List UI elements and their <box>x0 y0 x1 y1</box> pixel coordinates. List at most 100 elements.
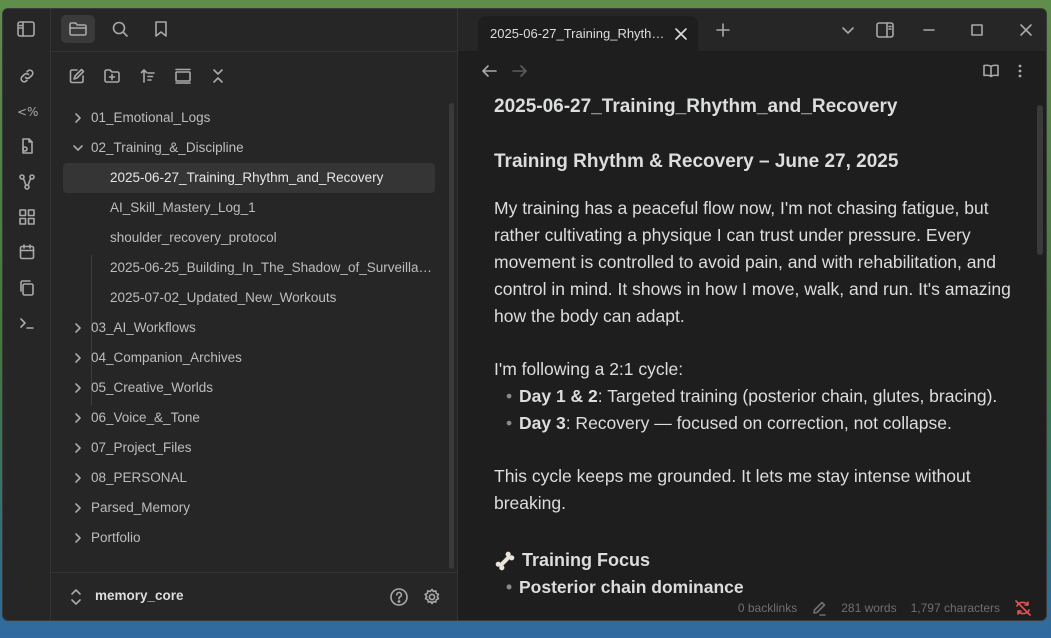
chevron-up-down-icon[interactable] <box>69 588 83 606</box>
tab-bar: 2025-06-27_Training_Rhythm_and_Recovery <box>458 9 1046 51</box>
paragraph: I'm following a 2:1 cycle: <box>494 359 684 379</box>
more-options-icon[interactable] <box>1016 62 1024 80</box>
note-content[interactable]: 2025-06-27_Training_Rhythm_and_Recovery … <box>494 93 1014 601</box>
tree-file[interactable]: 2025-07-02_Updated_New_Workouts <box>63 283 435 313</box>
tree-item-label: 07_Project_Files <box>91 440 192 455</box>
tree-item-label: 2025-06-27_Training_Rhythm_and_Recovery <box>110 170 384 185</box>
chevron-right-icon[interactable] <box>72 442 84 454</box>
divider <box>51 51 457 52</box>
tree-folder[interactable]: Parsed_Memory <box>63 493 435 523</box>
tree-file[interactable]: 2025-06-27_Training_Rhythm_and_Recovery <box>63 163 435 193</box>
word-count: 281 words <box>841 601 897 615</box>
chevron-down-icon[interactable] <box>836 19 860 41</box>
sidebar-scrollbar[interactable] <box>449 103 454 569</box>
chevron-right-icon[interactable] <box>72 502 84 514</box>
section-heading: Training Focus <box>494 547 1014 574</box>
settings-gear-icon[interactable] <box>422 587 442 607</box>
tree-folder[interactable]: 05_Creative_Worlds <box>63 373 435 403</box>
chevron-right-icon[interactable] <box>72 112 84 124</box>
ribbon: <% <box>3 9 51 620</box>
maximize-icon[interactable] <box>965 19 989 41</box>
graph-icon[interactable] <box>16 171 38 193</box>
view-header <box>458 51 1046 91</box>
bookmark-icon[interactable] <box>144 15 178 43</box>
auto-reveal-icon[interactable] <box>170 63 196 89</box>
back-arrow-icon[interactable] <box>480 63 498 79</box>
tree-folder[interactable]: Portfolio <box>63 523 435 553</box>
reading-view-icon[interactable] <box>982 62 1000 80</box>
tree-folder[interactable]: 07_Project_Files <box>63 433 435 463</box>
close-icon[interactable] <box>674 27 688 41</box>
paragraph: My training has a peaceful flow now, I'm… <box>494 198 1011 326</box>
tree-folder[interactable]: 08_PERSONAL <box>63 463 435 493</box>
tree-folder[interactable]: 06_Voice_&_Tone <box>63 403 435 433</box>
status-bar: 0 backlinks 281 words 1,797 characters <box>727 596 1046 620</box>
tree-folder[interactable]: 02_Training_&_Discipline <box>63 133 435 163</box>
tree-item-label: 08_PERSONAL <box>91 470 188 485</box>
chevron-right-icon[interactable] <box>72 322 84 334</box>
tree-file[interactable]: shoulder_recovery_protocol <box>63 223 435 253</box>
tree-item-label: 06_Voice_&_Tone <box>91 410 200 425</box>
character-count: 1,797 characters <box>910 601 1000 615</box>
sync-off-icon[interactable] <box>1014 600 1032 616</box>
tree-item-label: 04_Companion_Archives <box>91 350 242 365</box>
tab-active-note[interactable]: 2025-06-27_Training_Rhythm_and_Recovery <box>478 16 698 51</box>
tree-folder[interactable]: 04_Companion_Archives <box>63 343 435 373</box>
calendar-icon[interactable] <box>16 241 38 263</box>
page-icon[interactable] <box>16 135 38 157</box>
tree-folder[interactable]: 03_AI_Workflows <box>63 313 435 343</box>
tree-file[interactable]: AI_Skill_Mastery_Log_1 <box>63 193 435 223</box>
chevron-right-icon[interactable] <box>72 382 84 394</box>
collapse-all-icon[interactable] <box>205 63 231 89</box>
editor-scrollbar[interactable] <box>1037 105 1043 255</box>
sidebar-toggle-icon[interactable] <box>9 15 43 43</box>
chevron-down-icon[interactable] <box>72 142 84 154</box>
paragraph: This cycle keeps me grounded. It lets me… <box>494 466 971 513</box>
chevron-right-icon[interactable] <box>72 352 84 364</box>
tree-folder[interactable]: 01_Emotional_Logs <box>63 103 435 133</box>
help-icon[interactable] <box>389 587 409 607</box>
terminal-icon[interactable] <box>16 312 38 334</box>
chevron-right-icon[interactable] <box>72 472 84 484</box>
forward-arrow-icon[interactable] <box>511 63 529 79</box>
tree-file[interactable]: 2025-06-25_Building_In_The_Shadow_of_Sur… <box>63 253 435 283</box>
note-inline-title[interactable]: 2025-06-27_Training_Rhythm_and_Recovery <box>494 93 1014 120</box>
list-item: Day 1 & 2: Targeted training (posterior … <box>494 383 1014 410</box>
file-tree: 01_Emotional_Logs 02_Training_&_Disciplin… <box>63 103 435 553</box>
tree-item-label: 2025-07-02_Updated_New_Workouts <box>110 290 337 305</box>
new-note-icon[interactable] <box>64 63 90 89</box>
sort-icon[interactable] <box>135 63 161 89</box>
pencil-icon[interactable] <box>811 600 827 616</box>
link-icon[interactable] <box>16 65 38 87</box>
chevron-right-icon[interactable] <box>72 532 84 544</box>
tree-item-label: 03_AI_Workflows <box>91 320 196 335</box>
window-close-icon[interactable] <box>1014 19 1038 41</box>
vault-name[interactable]: memory_core <box>95 588 184 603</box>
blocks-icon[interactable] <box>16 206 38 228</box>
svg-text:<%: <% <box>17 105 38 119</box>
app-window: <% 01_Emotional_Logs 02_Training_&_Disci… <box>2 8 1047 621</box>
code-icon[interactable]: <% <box>16 100 38 122</box>
editor-pane: 2025-06-27_Training_Rhythm_and_Recovery <box>458 9 1046 620</box>
copy-icon[interactable] <box>16 277 38 299</box>
right-sidebar-toggle-icon[interactable] <box>873 19 897 41</box>
backlinks-count[interactable]: 0 backlinks <box>738 601 797 615</box>
tab-title[interactable]: 2025-06-27_Training_Rhythm_and_Recovery <box>490 26 668 41</box>
search-icon[interactable] <box>103 15 137 43</box>
list-item: Day 3: Recovery — focused on correction,… <box>494 410 1014 437</box>
section-heading-text: Training Focus <box>522 550 651 570</box>
new-tab-icon[interactable] <box>711 19 735 41</box>
minimize-icon[interactable] <box>917 19 941 41</box>
tree-item-label: Portfolio <box>91 530 141 545</box>
chevron-right-icon[interactable] <box>72 412 84 424</box>
file-explorer-sidebar: 01_Emotional_Logs 02_Training_&_Disciplin… <box>17 9 458 620</box>
tree-item-label: 05_Creative_Worlds <box>91 380 214 395</box>
note-heading: Training Rhythm & Recovery – June 27, 20… <box>494 151 899 172</box>
tree-item-label: 02_Training_&_Discipline <box>91 140 244 155</box>
new-folder-icon[interactable] <box>99 63 125 89</box>
vault-switcher[interactable]: memory_core <box>51 572 457 620</box>
tree-item-label: Parsed_Memory <box>91 500 191 515</box>
folder-icon[interactable] <box>61 15 95 43</box>
tree-item-label: shoulder_recovery_protocol <box>110 230 277 245</box>
tree-item-label: 2025-06-25_Building_In_The_Shadow_of_Sur… <box>110 260 435 275</box>
